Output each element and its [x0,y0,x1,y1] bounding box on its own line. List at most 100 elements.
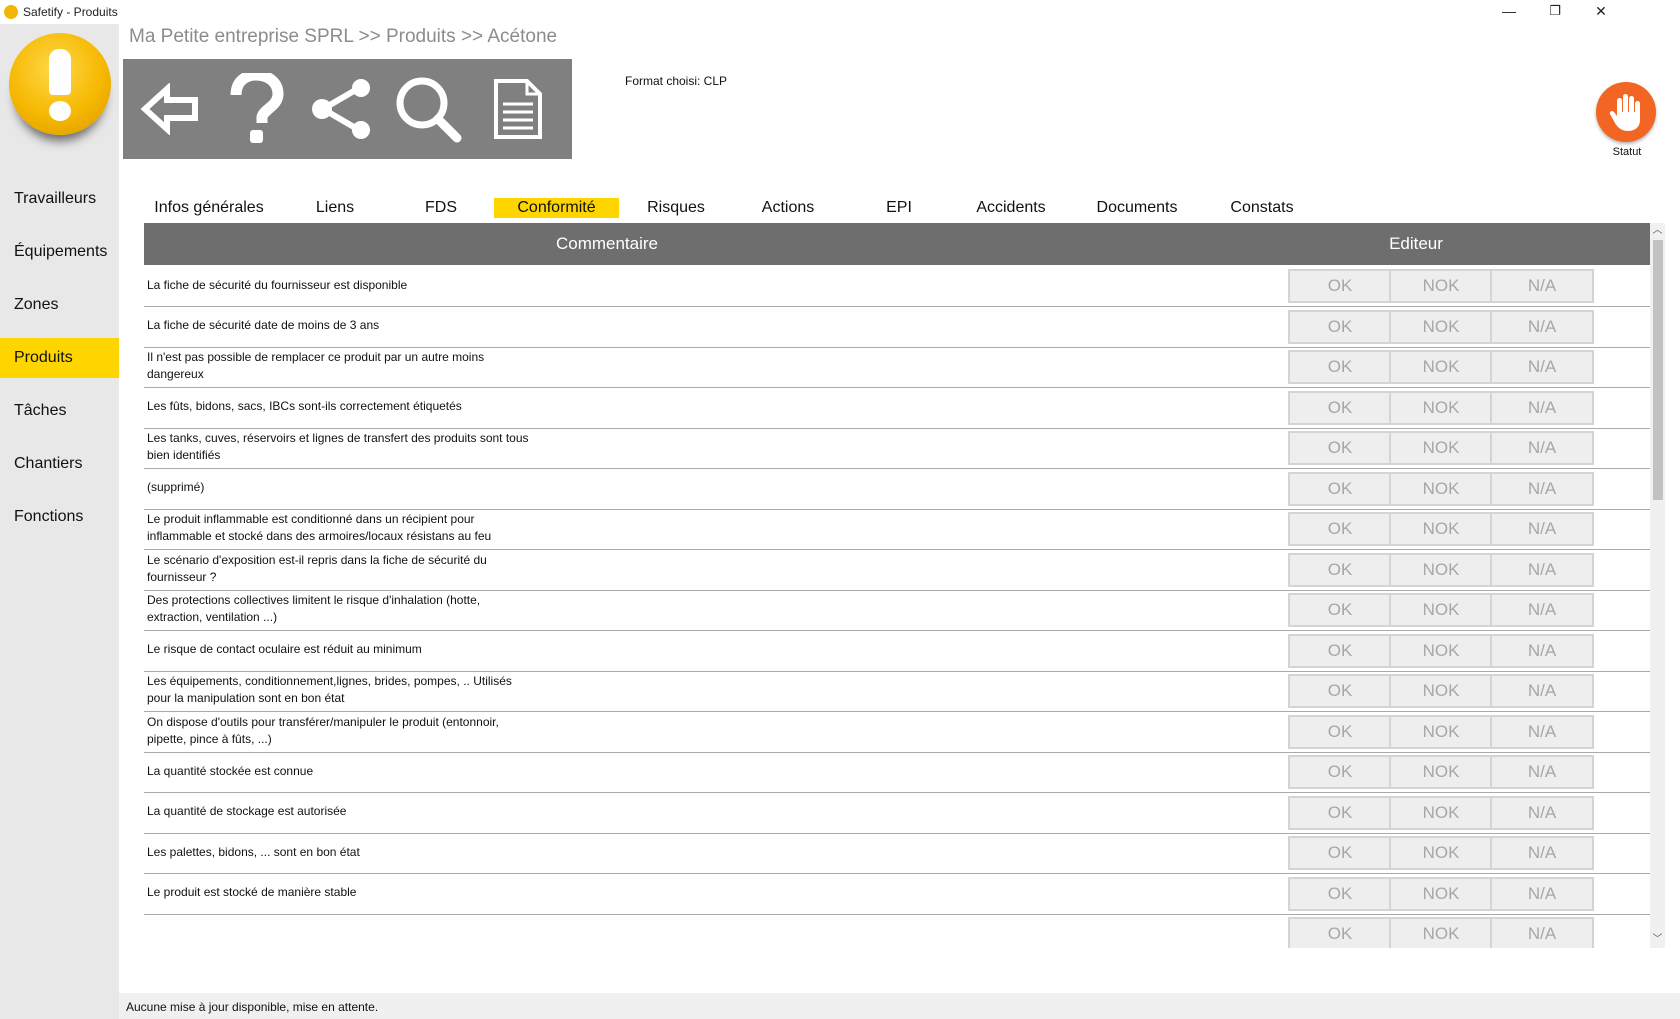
tab-1[interactable]: Liens [300,198,370,218]
table-scrollbar[interactable]: ︿ ﹀ [1650,223,1665,948]
sidebar-item-5[interactable]: Chantiers [0,444,119,484]
choice-ok-button[interactable]: OK [1288,836,1392,870]
sidebar-item-6[interactable]: Fonctions [0,497,119,537]
choice-na-button[interactable]: N/A [1490,390,1594,425]
status-message: Aucune mise à jour disponible, mise en a… [126,1000,379,1014]
choice-na-button[interactable]: N/A [1490,795,1594,830]
choice-na-button[interactable]: N/A [1490,350,1594,384]
scroll-up-arrow-icon[interactable]: ︿ [1650,223,1665,239]
choice-na-button[interactable]: N/A [1490,309,1594,344]
choice-ok-button[interactable]: OK [1288,471,1392,506]
table-row: La quantité de stockage est autorisée OK N… [144,792,1650,834]
tab-7[interactable]: Accidents [960,198,1062,218]
choice-nok-button[interactable]: NOK [1389,269,1493,303]
scroll-thumb[interactable] [1653,240,1663,500]
choice-ok-button[interactable]: OK [1288,269,1392,303]
tab-3[interactable]: Conformité [494,198,619,218]
choice-ok-button[interactable]: OK [1288,593,1392,627]
choice-nok-button[interactable]: NOK [1389,309,1493,344]
row-comment: Le scénario d'exposition est-il repris d… [147,552,487,584]
choice-nok-button[interactable]: NOK [1389,917,1493,948]
share-icon[interactable] [299,67,385,151]
compliance-table: Commentaire Editeur La fiche de sécurité… [144,223,1650,948]
choice-ok-button[interactable]: OK [1288,350,1392,384]
header-comment: Commentaire [555,234,659,253]
choice-na-button[interactable]: N/A [1490,917,1594,948]
row-comment [147,913,537,948]
choice-nok-button[interactable]: NOK [1389,350,1493,384]
choice-na-button[interactable]: N/A [1490,633,1594,668]
choice-na-button[interactable]: N/A [1490,876,1594,911]
sidebar-item-2[interactable]: Zones [0,285,119,325]
breadcrumb: Ma Petite entreprise SPRL >> Produits >>… [129,26,558,47]
window-title: Safetify - Produits [23,5,118,19]
tab-9[interactable]: Constats [1210,198,1314,218]
choice-ok-button[interactable]: OK [1288,431,1392,465]
choice-na-button[interactable]: N/A [1490,593,1594,627]
choice-nok-button[interactable]: NOK [1389,471,1493,506]
restore-button[interactable]: ❐ [1532,0,1578,24]
sidebar: Travailleurs Équipements Zones Produits Tâch… [0,24,119,1019]
close-button[interactable]: ✕ [1578,0,1624,24]
app-logo-icon [4,5,18,19]
choice-ok-button[interactable]: OK [1288,876,1392,911]
tab-8[interactable]: Documents [1085,198,1189,218]
choice-na-button[interactable]: N/A [1490,714,1594,749]
choice-ok-button[interactable]: OK [1288,917,1392,948]
choice-ok-button[interactable]: OK [1288,633,1392,668]
choice-na-button[interactable]: N/A [1490,755,1594,789]
choice-na-button[interactable]: N/A [1490,552,1594,587]
table-row: On dispose d'outils pour transférer/mani… [144,711,1650,753]
choice-ok-button[interactable]: OK [1288,390,1392,425]
choice-na-button[interactable]: N/A [1490,512,1594,546]
choice-na-button[interactable]: N/A [1490,431,1594,465]
sidebar-item-1[interactable]: Équipements [0,232,119,272]
back-arrow-icon[interactable] [127,67,213,151]
choice-ok-button[interactable]: OK [1288,552,1392,587]
tab-0[interactable]: Infos générales [150,198,268,218]
table-row: Les palettes, bidons, ... sont en bon ét… [144,832,1650,874]
sidebar-item-0[interactable]: Travailleurs [0,179,119,219]
table-row: Des protections collectives limitent le … [144,589,1650,631]
choice-ok-button[interactable]: OK [1288,795,1392,830]
choice-ok-button[interactable]: OK [1288,309,1392,344]
choice-ok-button[interactable]: OK [1288,512,1392,546]
tab-5[interactable]: Actions [740,198,836,218]
status-button[interactable] [1596,82,1656,142]
choice-na-button[interactable]: N/A [1490,674,1594,708]
choice-nok-button[interactable]: NOK [1389,552,1493,587]
table-row: Le risque de contact oculaire est réduit… [144,630,1650,672]
help-question-icon[interactable] [213,67,299,151]
choice-nok-button[interactable]: NOK [1389,836,1493,870]
choice-nok-button[interactable]: NOK [1389,593,1493,627]
row-comment: La fiche de sécurité date de moins de 3 … [147,318,380,332]
search-icon[interactable] [385,67,471,151]
choice-nok-button[interactable]: NOK [1389,714,1493,749]
choice-nok-button[interactable]: NOK [1389,795,1493,830]
choice-nok-button[interactable]: NOK [1389,512,1493,546]
warning-exclamation-icon [9,33,111,135]
tab-4[interactable]: Risques [628,198,724,218]
choice-ok-button[interactable]: OK [1288,674,1392,708]
choice-na-button[interactable]: N/A [1490,836,1594,870]
tab-2[interactable]: FDS [400,198,482,218]
choice-na-button[interactable]: N/A [1490,269,1594,303]
table-row: La quantité stockée est connue OK NOK N/A [144,751,1650,793]
table-row: Le produit inflammable est conditionné d… [144,508,1650,550]
choice-na-button[interactable]: N/A [1490,471,1594,506]
choice-nok-button[interactable]: NOK [1389,431,1493,465]
choice-ok-button[interactable]: OK [1288,755,1392,789]
minimize-button[interactable]: — [1486,0,1532,24]
format-label: Format choisi: CLP [625,74,728,88]
tab-6[interactable]: EPI [862,198,936,218]
scroll-down-arrow-icon[interactable]: ﹀ [1650,932,1665,948]
choice-nok-button[interactable]: NOK [1389,633,1493,668]
sidebar-item-3[interactable]: Produits [0,338,119,378]
sidebar-item-4[interactable]: Tâches [0,391,119,431]
choice-ok-button[interactable]: OK [1288,714,1392,749]
choice-nok-button[interactable]: NOK [1389,876,1493,911]
document-icon[interactable] [475,67,561,151]
choice-nok-button[interactable]: NOK [1389,755,1493,789]
choice-nok-button[interactable]: NOK [1389,674,1493,708]
choice-nok-button[interactable]: NOK [1389,390,1493,425]
